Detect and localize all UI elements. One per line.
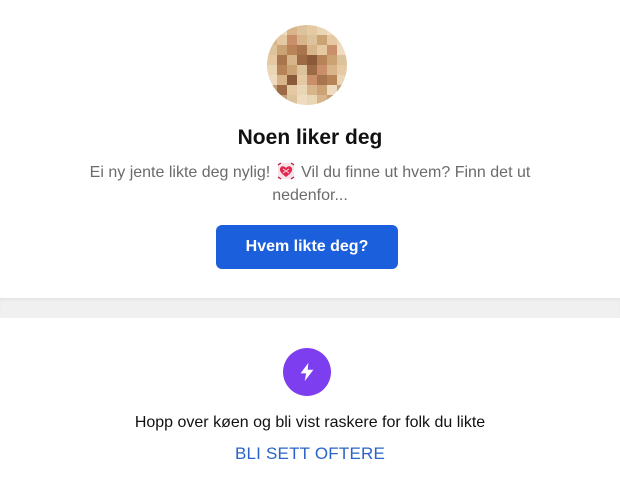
avatar-pixel: [327, 55, 337, 65]
avatar-pixel: [327, 65, 337, 75]
avatar-pixel: [337, 35, 347, 45]
subtitle-text-2: Vil du finne ut hvem? Finn det ut nedenf…: [272, 164, 531, 204]
avatar-pixel: [287, 55, 297, 65]
heart-with-ribbon-icon: [277, 162, 295, 180]
avatar-pixel: [297, 65, 307, 75]
avatar-pixel: [297, 35, 307, 45]
avatar-pixel: [307, 85, 317, 95]
avatar-pixel: [277, 85, 287, 95]
avatar-pixel: [297, 75, 307, 85]
boost-card: Hopp over køen og bli vist raskere for f…: [0, 318, 620, 480]
avatar-pixel: [317, 95, 327, 105]
avatar-pixel: [317, 25, 327, 35]
avatar-pixel: [277, 65, 287, 75]
avatar-pixel: [337, 75, 347, 85]
avatar-pixel: [327, 45, 337, 55]
avatar-pixel: [267, 85, 277, 95]
avatar-pixel: [317, 35, 327, 45]
avatar-pixel: [287, 85, 297, 95]
avatar-pixel: [267, 25, 277, 35]
avatar-pixel: [297, 25, 307, 35]
boost-badge: [283, 348, 331, 396]
avatar-pixel: [307, 65, 317, 75]
avatar-pixel: [267, 45, 277, 55]
boost-link[interactable]: BLI SETT OFTERE: [0, 443, 620, 465]
boost-description: Hopp over køen og bli vist raskere for f…: [134, 414, 486, 431]
avatar-pixel: [267, 75, 277, 85]
avatar-pixel: [297, 85, 307, 95]
avatar-pixel: [307, 55, 317, 65]
avatar-pixel: [317, 55, 327, 65]
avatar-pixel: [267, 55, 277, 65]
avatar-pixel: [337, 45, 347, 55]
avatar-pixel: [337, 95, 347, 105]
avatar-pixel: [337, 25, 347, 35]
avatar-pixel: [267, 65, 277, 75]
avatar-pixel: [267, 35, 277, 45]
avatar-pixel: [307, 75, 317, 85]
avatar-pixel: [327, 25, 337, 35]
avatar-pixel: [337, 85, 347, 95]
avatar-pixel: [327, 95, 337, 105]
avatar-pixel: [277, 35, 287, 45]
avatar-pixel: [277, 45, 287, 55]
avatar-pixel: [307, 95, 317, 105]
avatar-pixel: [277, 55, 287, 65]
avatar-pixel: [317, 45, 327, 55]
avatar-pixel: [317, 65, 327, 75]
avatar-pixel: [337, 55, 347, 65]
subtitle-text-1: Ei ny jente likte deg nylig!: [89, 164, 271, 181]
avatar-pixel: [287, 45, 297, 55]
avatar-pixel: [287, 25, 297, 35]
avatar-pixel: [297, 45, 307, 55]
avatar-pixel: [267, 95, 277, 105]
section-divider: [0, 298, 620, 318]
who-liked-you-button[interactable]: Hvem likte deg?: [216, 225, 398, 269]
avatar-pixel: [307, 45, 317, 55]
avatar-pixel: [327, 75, 337, 85]
avatar-pixel: [277, 75, 287, 85]
avatar-pixel: [297, 95, 307, 105]
avatar-pixel: [287, 65, 297, 75]
avatar-pixel: [317, 75, 327, 85]
blurred-avatar[interactable]: [267, 25, 347, 105]
avatar-pixel: [337, 65, 347, 75]
avatar-pixel: [317, 85, 327, 95]
lightning-bolt-icon: [300, 362, 314, 382]
avatar-pixel: [287, 95, 297, 105]
avatar-pixel: [297, 55, 307, 65]
like-title: Noen liker deg: [237, 126, 383, 149]
avatar-pixel: [287, 75, 297, 85]
like-subtitle: Ei ny jente likte deg nylig! Vil du finn…: [80, 161, 540, 207]
avatar-pixel: [307, 35, 317, 45]
avatar-pixel: [307, 25, 317, 35]
avatar-pixel: [327, 35, 337, 45]
page: Noen liker deg Ei ny jente likte deg nyl…: [0, 0, 620, 480]
avatar-pixel: [277, 25, 287, 35]
avatar-pixel: [277, 95, 287, 105]
like-card: Noen liker deg Ei ny jente likte deg nyl…: [0, 0, 620, 298]
avatar-pixel: [327, 85, 337, 95]
avatar-pixel: [287, 35, 297, 45]
